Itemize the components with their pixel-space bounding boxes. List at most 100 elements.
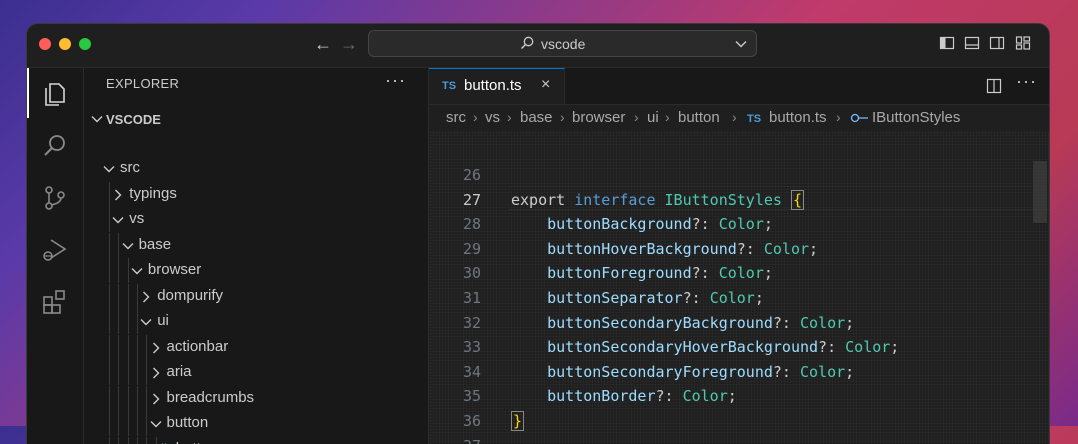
editor-more-actions[interactable]: ···: [1016, 71, 1037, 92]
breadcrumb-item[interactable]: base: [520, 109, 553, 126]
code-token: ;: [728, 387, 737, 405]
file-item[interactable]: #button.css: [84, 437, 428, 444]
folder-item[interactable]: vs: [84, 207, 428, 232]
code-token: ;: [890, 338, 899, 356]
tree-item-label: browser: [148, 261, 201, 278]
customize-layout-icon[interactable]: [1015, 35, 1031, 51]
editor-scrollbar[interactable]: [1033, 161, 1047, 223]
indent-guide: [118, 335, 119, 360]
code-token: buttonBackground: [511, 215, 692, 233]
breadcrumb: src › vs › base › browser › ui › button …: [429, 105, 1049, 131]
chevron-right-icon: [149, 392, 163, 406]
code-token: buttonHoverBackground: [511, 240, 737, 258]
indent-guide: [128, 335, 129, 360]
folder-item[interactable]: base: [84, 233, 428, 258]
code-text: buttonSecondaryHoverBackground?: Color;: [511, 338, 899, 356]
indent-guide: [109, 182, 110, 207]
source-control-icon: [41, 184, 69, 212]
toggle-secondary-sidebar-icon[interactable]: [989, 35, 1005, 51]
explorer-sidebar: EXPLORER ··· VSCODE src typings vsbase brow…: [84, 68, 429, 444]
breadcrumb-item[interactable]: IButtonStyles: [872, 109, 960, 126]
zoom-window-button[interactable]: [79, 38, 91, 50]
folder-item[interactable]: typings: [84, 182, 428, 207]
folder-item[interactable]: actionbar: [84, 335, 428, 360]
breadcrumb-item[interactable]: src: [446, 109, 466, 126]
tab-button-ts[interactable]: TS button.ts ×: [429, 68, 565, 104]
code-token: ;: [764, 215, 773, 233]
toggle-primary-sidebar-icon[interactable]: [939, 35, 955, 51]
code-token: interface: [574, 191, 664, 209]
activity-explorer[interactable]: [27, 68, 83, 118]
run-debug-icon: [41, 236, 69, 264]
command-center-search[interactable]: vscode: [368, 30, 757, 57]
close-window-button[interactable]: [39, 38, 51, 50]
indent-guide: [109, 258, 110, 283]
indent-guide: [128, 386, 129, 411]
code-text: export interface IButtonStyles {: [511, 191, 804, 209]
workspace-section-header[interactable]: VSCODE: [84, 108, 428, 132]
search-icon: [519, 35, 535, 51]
code-line: 33 buttonSecondaryHoverBackground?: Colo…: [429, 335, 1049, 360]
split-editor-icon[interactable]: [986, 78, 1002, 94]
folder-item[interactable]: aria: [84, 360, 428, 385]
folder-item[interactable]: browser: [84, 258, 428, 283]
line-number: 29: [429, 240, 481, 258]
code-text: buttonSecondaryForeground?: Color;: [511, 363, 854, 381]
close-icon[interactable]: ×: [541, 76, 550, 94]
code-token: buttonBorder: [511, 387, 656, 405]
activity-source-control[interactable]: [27, 172, 83, 222]
code-token: ;: [809, 240, 818, 258]
arrow-left-icon[interactable]: ←: [314, 33, 332, 55]
code-token: }: [511, 411, 524, 431]
indent-guide: [146, 335, 147, 360]
indent-guide: [118, 309, 119, 334]
arrow-right-icon[interactable]: →: [340, 33, 358, 55]
indent-guide: [109, 386, 110, 411]
code-text: }: [511, 412, 524, 430]
minimize-window-button[interactable]: [59, 38, 71, 50]
line-number: 37: [429, 437, 481, 444]
activity-extensions[interactable]: [27, 276, 83, 326]
folder-item[interactable]: breadcrumbs: [84, 386, 428, 411]
line-number: 28: [429, 215, 481, 233]
code-token: export: [511, 191, 574, 209]
indent-guide: [128, 437, 129, 444]
code-text: buttonBackground?: Color;: [511, 215, 773, 233]
line-number: 36: [429, 412, 481, 430]
code-token: ;: [764, 264, 773, 282]
tab-label: button.ts: [464, 77, 522, 94]
tree-item-label: typings: [129, 185, 177, 202]
files-icon: [41, 80, 69, 108]
breadcrumb-item[interactable]: button: [678, 109, 720, 126]
code-editor[interactable]: 2627export interface IButtonStyles {28 b…: [429, 131, 1049, 444]
folder-item[interactable]: ui: [84, 309, 428, 334]
code-token: ;: [845, 314, 854, 332]
breadcrumb-item[interactable]: button.ts: [769, 109, 827, 126]
tree-item-label: breadcrumbs: [167, 389, 255, 406]
indent-guide: [128, 309, 129, 334]
chevron-down-icon: [130, 264, 144, 278]
code-token: Color: [710, 289, 755, 307]
sidebar-title: EXPLORER: [106, 76, 179, 91]
breadcrumb-item[interactable]: ui: [647, 109, 659, 126]
folder-item[interactable]: button: [84, 411, 428, 436]
breadcrumb-item[interactable]: browser: [572, 109, 625, 126]
code-line: 34 buttonSecondaryForeground?: Color;: [429, 360, 1049, 385]
indent-guide: [146, 411, 147, 436]
breadcrumb-item[interactable]: vs: [485, 109, 500, 126]
toggle-panel-icon[interactable]: [964, 35, 980, 51]
activity-run-debug[interactable]: [27, 224, 83, 274]
tree-item-label: aria: [167, 363, 192, 380]
folder-item[interactable]: dompurify: [84, 284, 428, 309]
chevron-down-icon: [121, 239, 135, 253]
sidebar-more-actions[interactable]: ···: [385, 70, 406, 91]
tree-item-label: actionbar: [167, 338, 229, 355]
activity-search[interactable]: [27, 120, 83, 170]
line-number: 33: [429, 338, 481, 356]
code-line: 30 buttonForeground?: Color;: [429, 261, 1049, 286]
chevron-down-icon[interactable]: [734, 37, 748, 51]
indent-guide: [109, 207, 110, 232]
indent-guide: [156, 437, 157, 444]
folder-item[interactable]: src: [84, 156, 428, 181]
code-token: ?:: [692, 215, 719, 233]
